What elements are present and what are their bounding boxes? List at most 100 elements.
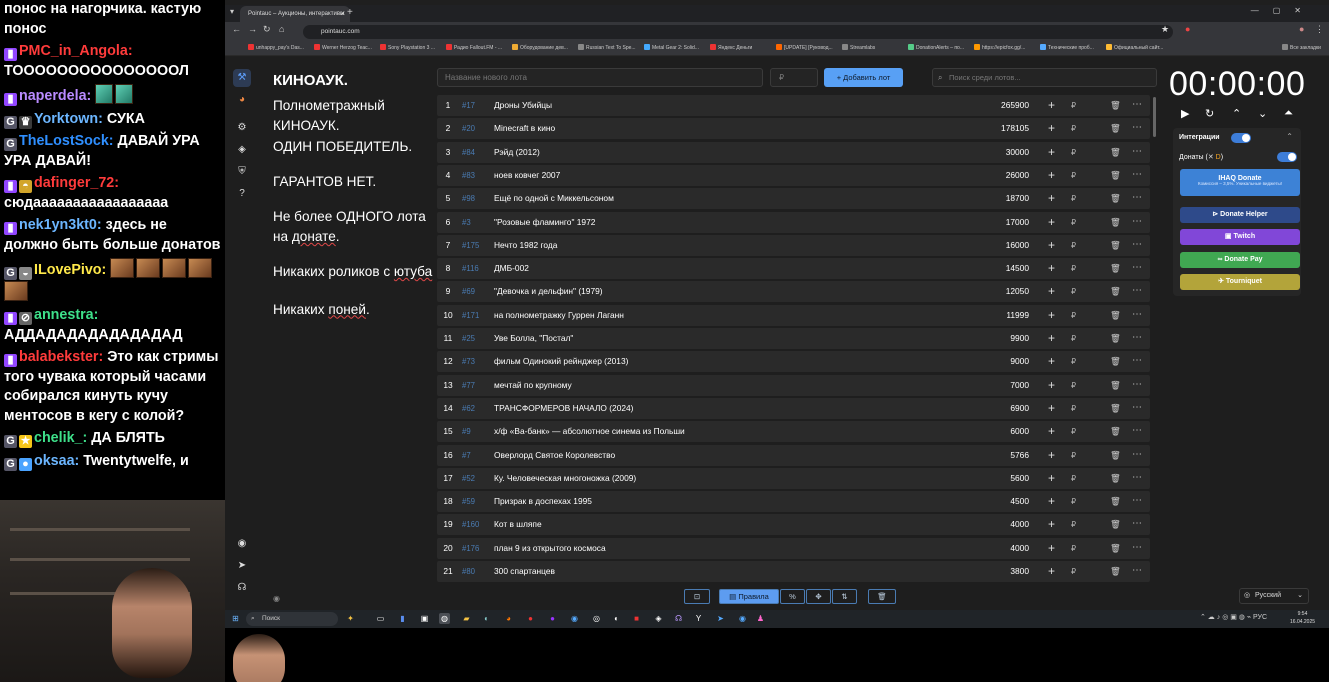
bookmark-item[interactable]: Все закладки bbox=[1282, 44, 1321, 51]
taskbar-search[interactable]: ⌕ Поиск bbox=[246, 612, 338, 626]
bookmark-item[interactable]: Russian Text To Spe... bbox=[578, 44, 636, 51]
add-amount-icon[interactable]: + bbox=[1048, 95, 1055, 116]
start-icon[interactable]: ⊞ bbox=[230, 613, 241, 624]
bookmark-item[interactable]: Яндекс Деньги bbox=[710, 44, 752, 51]
add-amount-icon[interactable]: + bbox=[1048, 212, 1055, 233]
language-select[interactable]: ◎ Русский ⌄ bbox=[1239, 588, 1309, 604]
add-amount-icon[interactable]: + bbox=[1048, 375, 1055, 396]
discord-icon[interactable]: ☊ bbox=[673, 613, 684, 624]
lot-menu-icon[interactable]: ⋯ bbox=[1132, 281, 1142, 300]
lot-menu-icon[interactable]: ⋯ bbox=[1132, 258, 1142, 277]
delete-lot-icon[interactable]: 🗑 bbox=[1110, 305, 1121, 326]
app-icon[interactable]: ▣ bbox=[419, 613, 430, 624]
add-amount-icon[interactable]: + bbox=[1048, 235, 1055, 256]
lot-menu-icon[interactable]: ⋯ bbox=[1132, 328, 1142, 347]
settings-gear-icon[interactable]: ⚙ bbox=[233, 119, 251, 137]
close-tab-icon[interactable]: × bbox=[340, 6, 345, 22]
add-amount-icon[interactable]: + bbox=[1048, 281, 1055, 302]
lot-row[interactable]: 5 #98 Ещё по одной с Миккельсоном 18700 + ₽ 🗑 ⋯ bbox=[437, 188, 1150, 210]
delete-lot-icon[interactable]: 🗑 bbox=[1110, 118, 1121, 139]
currency-icon[interactable]: ₽ bbox=[1071, 468, 1076, 489]
app-icon[interactable]: Y bbox=[693, 613, 704, 624]
auction-hammer-icon[interactable]: ⚒ bbox=[233, 69, 251, 87]
currency-icon[interactable]: ₽ bbox=[1071, 235, 1076, 256]
lot-menu-icon[interactable]: ⋯ bbox=[1132, 538, 1142, 557]
currency-icon[interactable]: ₽ bbox=[1071, 514, 1076, 535]
profile-avatar[interactable]: ● bbox=[1299, 24, 1304, 34]
firefox-icon[interactable]: ◕ bbox=[503, 613, 514, 624]
delete-lot-icon[interactable]: 🗑 bbox=[1110, 398, 1121, 419]
delete-lot-icon[interactable]: 🗑 bbox=[1110, 445, 1121, 466]
donate-helper-button[interactable]: ⊳ Donate Helper bbox=[1180, 207, 1300, 223]
currency-icon[interactable]: ₽ bbox=[1071, 375, 1076, 396]
delete-lot-icon[interactable]: 🗑 bbox=[1110, 281, 1121, 302]
browser-tab[interactable]: Pointauc – Аукционы, интерактивы × bbox=[240, 6, 350, 22]
browser-menu-icon[interactable]: ⋮ bbox=[1315, 24, 1324, 35]
currency-icon[interactable]: ₽ bbox=[1071, 142, 1076, 163]
discord-icon[interactable]: ☊ bbox=[233, 579, 251, 597]
lot-name-input[interactable]: Название нового лота bbox=[437, 68, 763, 87]
currency-icon[interactable]: ₽ bbox=[1071, 281, 1076, 302]
delete-lot-icon[interactable]: 🗑 bbox=[1110, 258, 1121, 279]
add-amount-icon[interactable]: + bbox=[1048, 561, 1055, 582]
lot-menu-icon[interactable]: ⋯ bbox=[1132, 165, 1142, 184]
obs-icon[interactable]: ◎ bbox=[591, 613, 602, 624]
currency-icon[interactable]: ₽ bbox=[1071, 165, 1076, 186]
add-amount-icon[interactable]: + bbox=[1048, 258, 1055, 279]
lots-scrollbar[interactable] bbox=[1153, 97, 1156, 137]
delete-lot-icon[interactable]: 🗑 bbox=[1110, 212, 1121, 233]
add-amount-icon[interactable]: + bbox=[1048, 514, 1055, 535]
twitch-button[interactable]: ▣ Twitch bbox=[1180, 229, 1300, 245]
delete-lot-icon[interactable]: 🗑 bbox=[1110, 538, 1121, 559]
lot-row[interactable]: 3 #84 Рэйд (2012) 30000 + ₽ 🗑 ⋯ bbox=[437, 141, 1150, 163]
add-amount-icon[interactable]: + bbox=[1048, 538, 1055, 559]
lot-row[interactable]: 4 #83 ноев ковчег 2007 26000 + ₽ 🗑 ⋯ bbox=[437, 164, 1150, 186]
extension-icon[interactable]: ● bbox=[1185, 24, 1190, 34]
lot-row[interactable]: 6 #3 "Розовые фламинго" 1972 17000 + ₽ 🗑 ⋯ bbox=[437, 211, 1150, 233]
percent-button[interactable]: % bbox=[780, 589, 805, 604]
github-icon[interactable]: ◉ bbox=[233, 535, 251, 553]
delete-lot-icon[interactable]: 🗑 bbox=[1110, 421, 1121, 442]
home-icon[interactable]: ⌂ bbox=[279, 24, 284, 34]
currency-icon[interactable]: ₽ bbox=[1071, 538, 1076, 559]
app-icon[interactable]: ● bbox=[547, 613, 558, 624]
taskbar-clock[interactable]: 9:54 16.04.2025 bbox=[1290, 611, 1315, 626]
lot-menu-icon[interactable]: ⋯ bbox=[1132, 95, 1142, 114]
eye-icon[interactable]: ◉ bbox=[273, 594, 280, 603]
chevron-down-icon[interactable]: ⌄ bbox=[1258, 107, 1267, 120]
steam-icon[interactable]: ◐ bbox=[481, 613, 492, 624]
help-icon[interactable]: ? bbox=[233, 185, 251, 203]
currency-icon[interactable]: ₽ bbox=[1071, 188, 1076, 209]
lot-amount-input[interactable]: ₽ bbox=[770, 68, 818, 87]
currency-icon[interactable]: ₽ bbox=[1071, 328, 1076, 349]
lot-menu-icon[interactable]: ⋯ bbox=[1132, 305, 1142, 324]
currency-icon[interactable]: ₽ bbox=[1071, 212, 1076, 233]
bookmark-item[interactable]: Metal Gear 2: Solid... bbox=[644, 44, 699, 51]
add-amount-icon[interactable]: + bbox=[1048, 165, 1055, 186]
lot-menu-icon[interactable]: ⋯ bbox=[1132, 445, 1142, 464]
taskview-icon[interactable]: ▭ bbox=[375, 613, 386, 624]
forward-icon[interactable]: → bbox=[248, 24, 257, 34]
delete-lot-icon[interactable]: 🗑 bbox=[1110, 188, 1121, 209]
delete-lot-icon[interactable]: 🗑 bbox=[1110, 491, 1121, 512]
lot-menu-icon[interactable]: ⋯ bbox=[1132, 118, 1142, 137]
move-button[interactable]: ✥ bbox=[806, 589, 831, 604]
chevron-up-icon[interactable]: ⌃ bbox=[1232, 107, 1241, 120]
currency-icon[interactable]: ₽ bbox=[1071, 305, 1076, 326]
bookmark-item[interactable]: Оборудование дев... bbox=[512, 44, 568, 51]
add-amount-icon[interactable]: + bbox=[1048, 421, 1055, 442]
add-amount-icon[interactable]: + bbox=[1048, 398, 1055, 419]
lot-row[interactable]: 12 #73 фильм Одинокий рейнджер (2013) 9000 +… bbox=[437, 351, 1150, 373]
currency-icon[interactable]: ₽ bbox=[1071, 258, 1076, 279]
currency-icon[interactable]: ₽ bbox=[1071, 398, 1076, 419]
app-icon[interactable]: ● bbox=[525, 613, 536, 624]
add-amount-icon[interactable]: + bbox=[1048, 305, 1055, 326]
add-lot-button[interactable]: + Добавить лот bbox=[824, 68, 903, 87]
new-tab-icon[interactable]: + bbox=[347, 7, 353, 18]
add-amount-icon[interactable]: + bbox=[1048, 468, 1055, 489]
ihaq-donate-button[interactable]: IHAQ Donate Комиссия – 3,5%. Уникальные … bbox=[1180, 169, 1300, 196]
lot-menu-icon[interactable]: ⋯ bbox=[1132, 514, 1142, 533]
lot-menu-icon[interactable]: ⋯ bbox=[1132, 235, 1142, 254]
lot-row[interactable]: 14 #62 ТРАНСФОРМЕРОВ НАЧАЛО (2024) 6900 + ₽ 🗑 ⋯ bbox=[437, 397, 1150, 419]
double-chevron-up-icon[interactable]: ⏶ bbox=[1284, 107, 1293, 120]
